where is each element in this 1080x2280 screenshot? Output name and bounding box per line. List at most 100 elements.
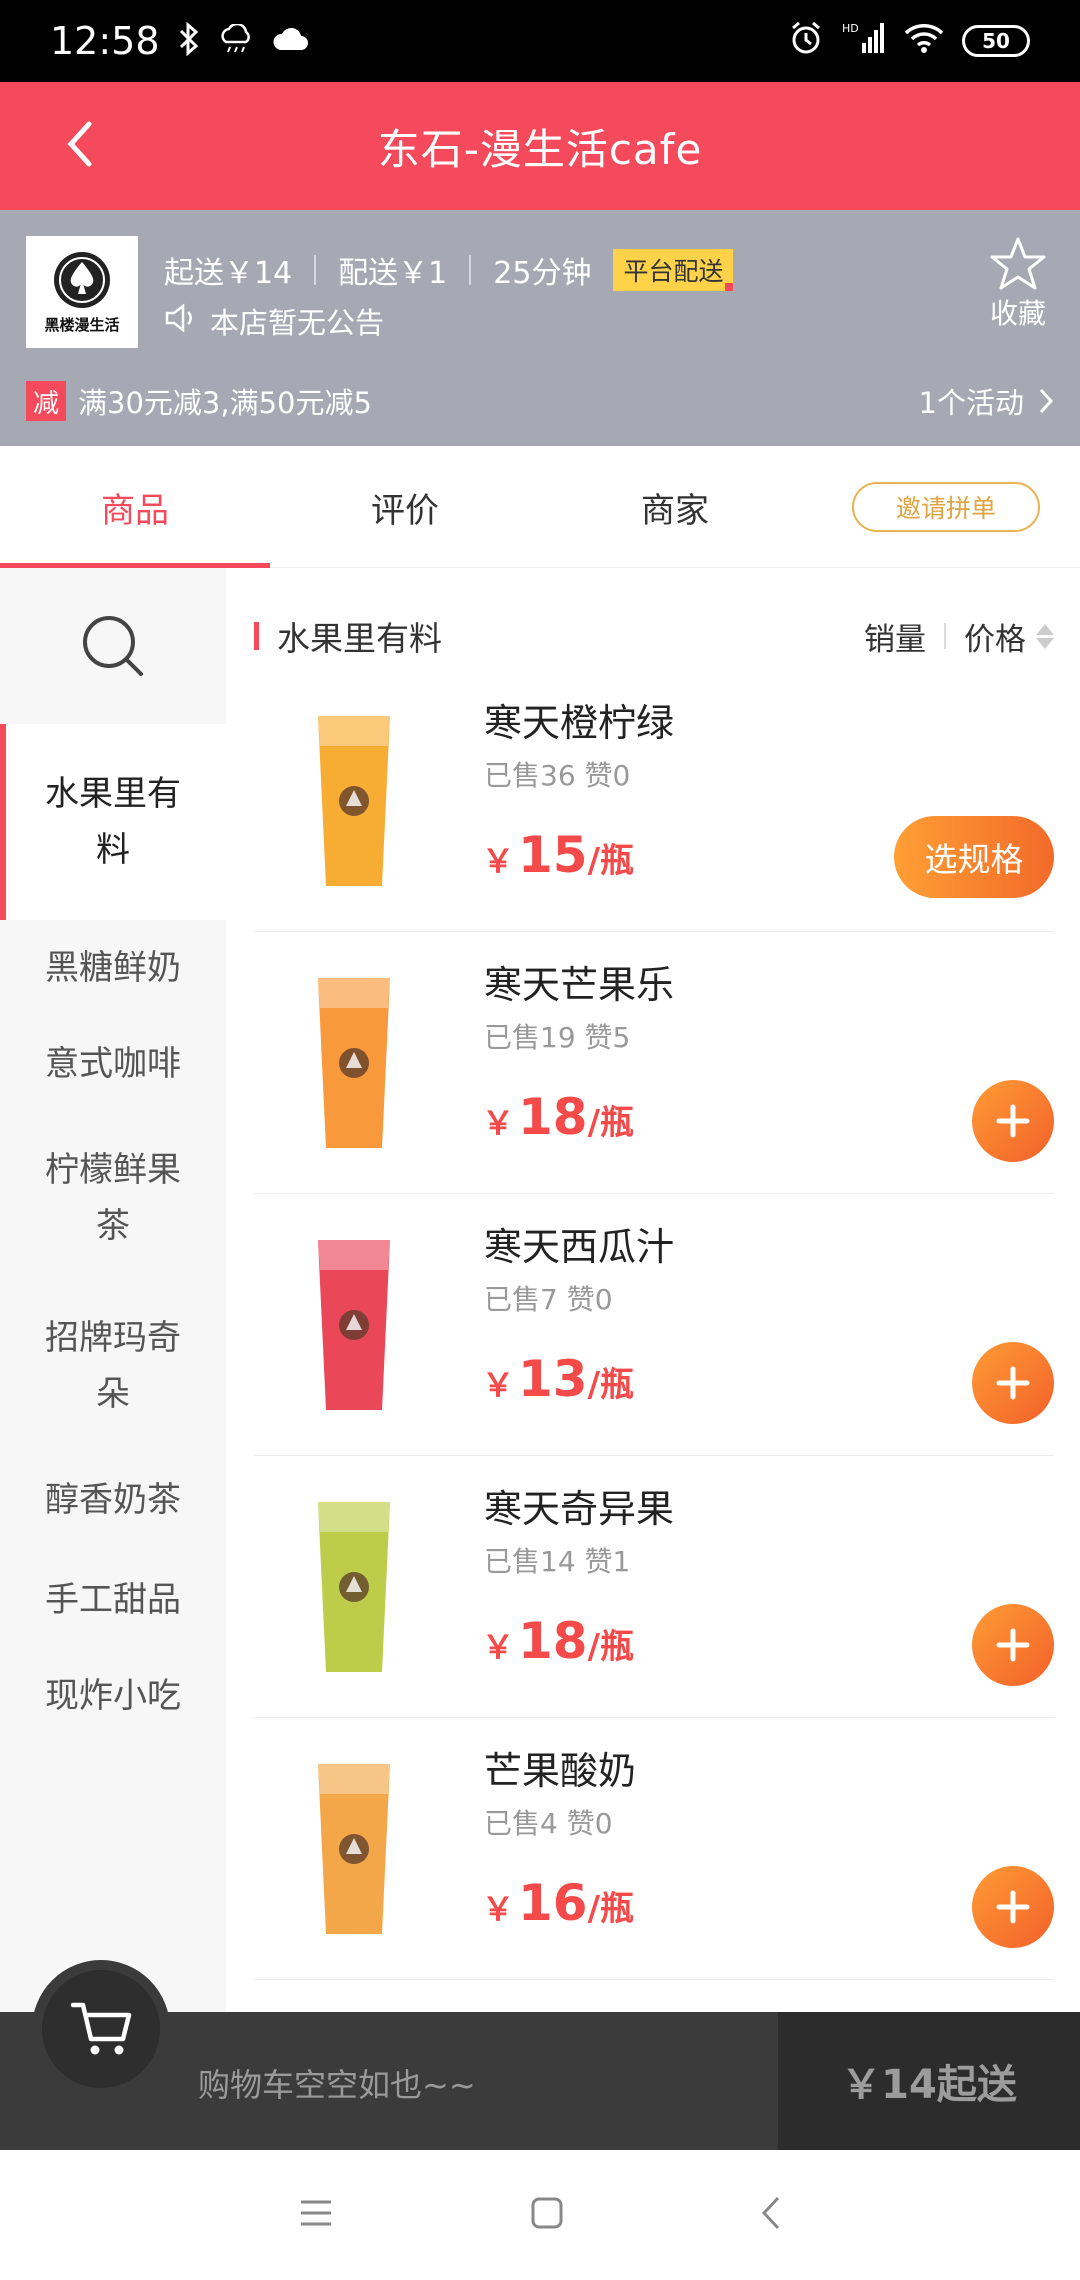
favorite-label: 收藏	[989, 297, 1046, 330]
drink-image	[278, 1482, 430, 1682]
back-button[interactable]	[48, 112, 112, 176]
tab-products[interactable]: 商品	[0, 446, 270, 568]
delivery-time: 25分钟	[493, 256, 592, 291]
system-nav-bar	[0, 2150, 1080, 2280]
choose-spec-button[interactable]: 选规格	[894, 816, 1054, 898]
sidebar-item-label: 黑糖鲜奶	[45, 948, 181, 988]
wifi-icon	[904, 22, 944, 61]
shopping-cart-icon	[70, 2002, 132, 2055]
invite-group-order-button[interactable]: 邀请拼单	[852, 482, 1040, 532]
sidebar-item-lemon-tea[interactable]: 柠檬鲜果茶	[0, 1112, 226, 1284]
price-unit: /瓶	[587, 1365, 635, 1405]
product-stats: 已售14 赞1	[484, 1545, 631, 1578]
star-icon	[990, 237, 1046, 290]
divider	[469, 255, 472, 285]
divider	[944, 623, 946, 649]
battery-indicator: 50	[962, 25, 1030, 57]
drink-image	[278, 1744, 430, 1944]
promo-text: 满30元减3,满50元减5	[78, 386, 372, 420]
product-item[interactable]: 寒天西瓜汁 已售7 赞0 ￥ 13 /瓶	[254, 1194, 1054, 1456]
price-currency: ￥	[482, 1628, 515, 1666]
activities-label: 1个活动	[918, 386, 1024, 420]
add-to-cart-button[interactable]	[972, 1342, 1054, 1424]
price-currency: ￥	[482, 1104, 515, 1142]
product-price: ￥ 15 /瓶	[482, 826, 634, 884]
platform-delivery-badge: 平台配送	[613, 249, 734, 291]
tab-reviews[interactable]: 评价	[270, 446, 540, 568]
product-name: 寒天芒果乐	[484, 963, 675, 1007]
add-to-cart-button[interactable]	[972, 1604, 1054, 1686]
sidebar-item-label: 水果里有料	[45, 774, 181, 870]
product-price: ￥ 13 /瓶	[482, 1350, 634, 1408]
product-name: 芒果酸奶	[484, 1749, 637, 1793]
product-price: ￥ 18 /瓶	[482, 1612, 634, 1670]
sort-by-price[interactable]: 价格	[964, 614, 1026, 659]
plus-icon	[996, 1890, 1030, 1924]
sidebar-item-label: 现炸小吃	[45, 1676, 181, 1716]
menu-icon[interactable]	[298, 2198, 334, 2232]
delivery-info: 起送￥14 配送￥1 25分钟 平台配送	[164, 248, 734, 292]
status-bar: 12:58 HD 50	[0, 0, 1080, 82]
alarm-icon	[788, 20, 824, 63]
shop-logo[interactable]: 黑楼漫生活	[26, 236, 138, 348]
plus-icon	[996, 1366, 1030, 1400]
shop-logo-text: 黑楼漫生活	[44, 315, 120, 334]
sidebar-item-label: 意式咖啡	[45, 1044, 181, 1084]
favorite-button[interactable]: 收藏	[978, 236, 1058, 332]
price-currency: ￥	[482, 842, 515, 880]
add-to-cart-button[interactable]	[972, 1080, 1054, 1162]
add-to-cart-button[interactable]	[972, 1866, 1054, 1948]
status-left: 12:58	[50, 19, 310, 63]
bluetooth-icon	[178, 21, 200, 60]
app-root: 12:58 HD 50 东石-漫生活cafe 黑楼漫生活 起送￥14 配送￥1 …	[0, 0, 1080, 2280]
price-value: 18	[518, 1088, 588, 1146]
product-stats: 已售4 赞0	[484, 1807, 613, 1840]
price-value: 15	[518, 826, 588, 884]
product-item[interactable]: 寒天奇异果 已售14 赞1 ￥ 18 /瓶	[254, 1456, 1054, 1718]
price-unit: /瓶	[587, 841, 635, 881]
product-item[interactable]: 芒果酸奶 已售4 赞0 ￥ 16 /瓶	[254, 1718, 1054, 1980]
sidebar-item-macchiato[interactable]: 招牌玛奇朵	[0, 1284, 226, 1448]
drink-image	[278, 958, 430, 1158]
product-item[interactable]: 寒天芒果乐 已售19 赞5 ￥ 18 /瓶	[254, 932, 1054, 1194]
tab-reviews-label: 评价	[371, 490, 439, 531]
category-search[interactable]	[0, 568, 226, 724]
back-arrow-icon	[67, 121, 92, 167]
plus-icon	[996, 1104, 1030, 1138]
promo-row[interactable]: 减 满30元减3,满50元减5 1个活动	[26, 380, 1054, 422]
sidebar-item-snacks[interactable]: 现炸小吃	[0, 1648, 226, 1744]
top-header: 东石-漫生活cafe	[0, 82, 1080, 210]
sort-arrows-icon[interactable]	[1036, 623, 1054, 649]
sidebar-item-fruit[interactable]: 水果里有料	[0, 724, 226, 920]
sidebar-item-espresso[interactable]: 意式咖啡	[0, 1016, 226, 1112]
min-order: 起送￥14	[164, 256, 293, 291]
activities-link[interactable]: 1个活动	[919, 380, 1054, 422]
sort-by-sales[interactable]: 销量	[864, 614, 926, 659]
home-icon[interactable]	[529, 2195, 565, 2235]
sidebar-item-desserts[interactable]: 手工甜品	[0, 1552, 226, 1648]
product-name: 寒天西瓜汁	[484, 1225, 675, 1269]
checkout-button[interactable]: ￥14起送	[778, 2012, 1080, 2150]
tab-merchant[interactable]: 商家	[540, 446, 810, 568]
product-name: 寒天奇异果	[484, 1487, 675, 1531]
category-sidebar: 水果里有料 黑糖鲜奶 意式咖啡 柠檬鲜果茶 招牌玛奇朵 醇香奶茶 手工甜品 现炸…	[0, 568, 226, 2012]
cart-button[interactable]	[32, 1960, 170, 2098]
product-list: 水果里有料 销量 价格 寒天橙柠绿 已售36 赞0 ￥ 15 /瓶 选规格 寒天…	[226, 568, 1080, 2012]
category-header: 水果里有料 销量 价格	[254, 608, 1054, 664]
delivery-fee: 配送￥1	[338, 256, 448, 291]
hd-label: HD	[842, 22, 859, 35]
sidebar-item-label: 柠檬鲜果茶	[45, 1150, 181, 1246]
price-unit: /瓶	[587, 1627, 635, 1667]
category-accent-bar	[254, 622, 259, 650]
product-item[interactable]: 寒天橙柠绿 已售36 赞0 ￥ 15 /瓶 选规格	[254, 670, 1054, 932]
sidebar-item-label: 招牌玛奇朵	[45, 1318, 181, 1414]
sidebar-item-milk-tea[interactable]: 醇香奶茶	[0, 1448, 226, 1552]
back-nav-icon[interactable]	[760, 2195, 782, 2235]
notice-text: 本店暂无公告	[210, 306, 385, 340]
price-value: 16	[518, 1874, 588, 1932]
cart-empty-message: 购物车空空如也~~	[198, 2066, 476, 2104]
tab-products-label: 商品	[101, 490, 169, 531]
sidebar-item-brown-sugar-milk[interactable]: 黑糖鲜奶	[0, 920, 226, 1016]
category-title: 水果里有料	[277, 619, 442, 658]
sidebar-item-label: 手工甜品	[45, 1580, 181, 1620]
